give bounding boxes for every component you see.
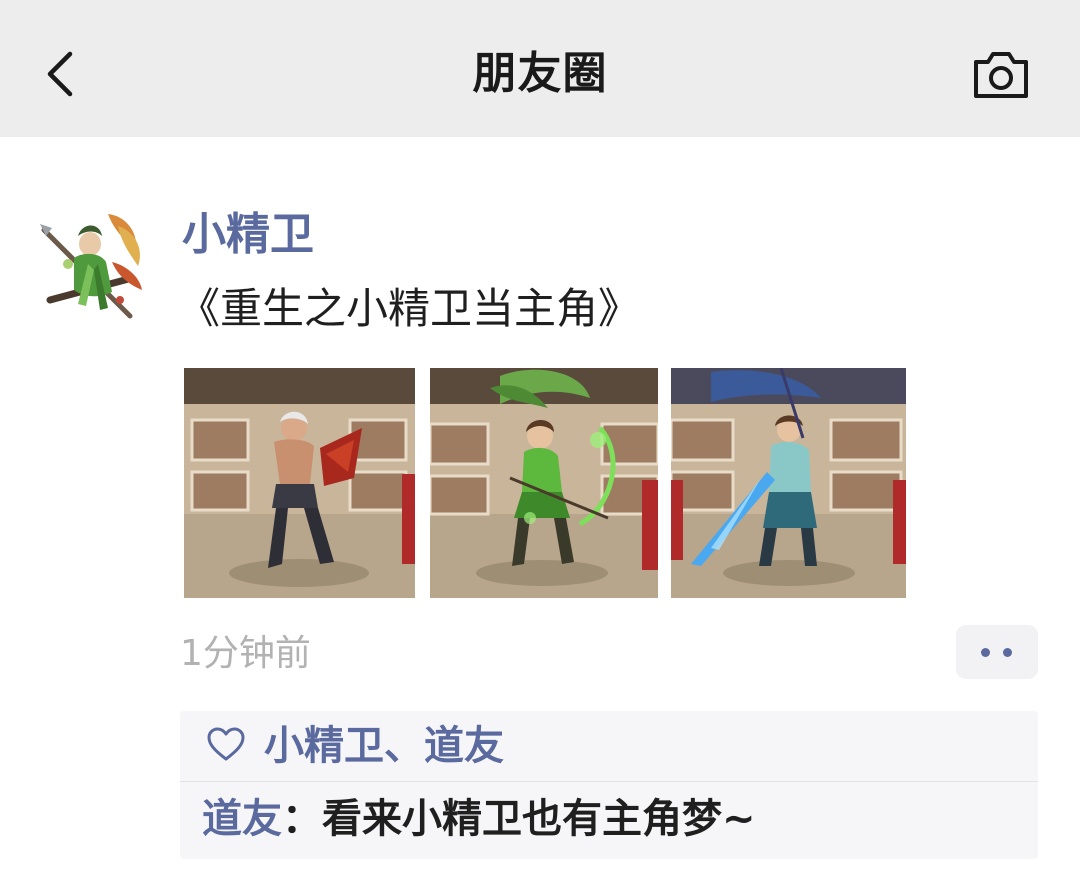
author-avatar[interactable] xyxy=(38,204,148,328)
post-photo-1[interactable] xyxy=(184,368,415,598)
post-text: 《重生之小精卫当主角》 xyxy=(178,284,641,333)
more-actions-button[interactable] xyxy=(956,625,1038,679)
camera-icon xyxy=(974,52,1028,98)
likes-row: 小精卫、道友 xyxy=(180,711,1038,781)
page-title: 朋友圈 xyxy=(472,48,608,99)
comment-author[interactable]: 道友 xyxy=(202,796,282,842)
post-photo-2[interactable] xyxy=(430,368,658,598)
post-timestamp: 1分钟前 xyxy=(180,633,311,674)
author-name[interactable]: 小精卫 xyxy=(182,206,314,264)
camera-button[interactable] xyxy=(968,46,1034,102)
post-photo-3[interactable] xyxy=(671,368,906,598)
more-dot-icon xyxy=(1003,648,1012,657)
comment-item[interactable]: 道友：看来小精卫也有主角梦~ xyxy=(202,789,756,849)
heart-icon xyxy=(207,727,245,761)
likes-names[interactable]: 小精卫、道友 xyxy=(264,717,504,775)
comment-text: 看来小精卫也有主角梦~ xyxy=(322,796,756,842)
divider xyxy=(180,781,1038,782)
comment-separator: ： xyxy=(282,796,322,842)
more-dot-icon xyxy=(981,648,990,657)
likes-comments-panel: 小精卫、道友 道友：看来小精卫也有主角梦~ xyxy=(180,711,1038,859)
top-nav-bar: 朋友圈 xyxy=(0,0,1080,137)
